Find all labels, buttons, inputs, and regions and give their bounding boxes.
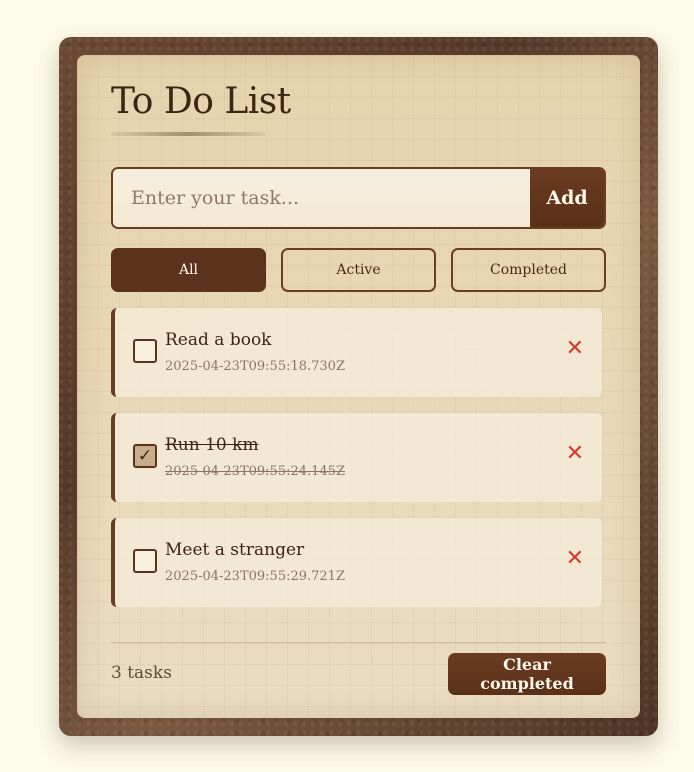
task-checkbox[interactable] [133, 549, 157, 573]
filter-bar: All Active Completed [111, 248, 606, 292]
footer-divider [111, 642, 606, 643]
title-underline [111, 132, 265, 136]
task-item: Read a book 2025-04-23T09:55:18.730Z ✕ [111, 308, 602, 397]
task-text: Meet a stranger [165, 540, 305, 560]
delete-icon[interactable]: ✕ [566, 548, 584, 570]
task-timestamp: 2025-04-23T09:55:18.730Z [165, 359, 345, 374]
task-item: Meet a stranger 2025-04-23T09:55:29.721Z… [111, 518, 602, 607]
delete-icon[interactable]: ✕ [566, 443, 584, 465]
task-count: 3 tasks [111, 663, 172, 683]
task-timestamp: 2025-04-23T09:55:29.721Z [165, 569, 345, 584]
add-button[interactable]: Add [530, 169, 604, 227]
task-text: Read a book [165, 330, 272, 350]
task-item: ✓ Run 10 km 2025-04-23T09:55:24.145Z ✕ [111, 413, 602, 502]
task-text: Run 10 km [165, 435, 259, 455]
delete-icon[interactable]: ✕ [566, 338, 584, 360]
task-checkbox[interactable] [133, 339, 157, 363]
page-title: To Do List [111, 81, 291, 122]
task-timestamp: 2025-04-23T09:55:24.145Z [165, 464, 345, 479]
filter-active-button[interactable]: Active [281, 248, 436, 292]
task-input[interactable] [113, 169, 530, 227]
app-frame: To Do List Add All Active Completed Read… [59, 37, 658, 736]
task-checkbox[interactable]: ✓ [133, 444, 157, 468]
filter-completed-button[interactable]: Completed [451, 248, 606, 292]
clear-completed-button[interactable]: Clear completed [448, 653, 606, 695]
add-task-form: Add [111, 167, 606, 229]
todo-card: To Do List Add All Active Completed Read… [77, 55, 640, 718]
filter-all-button[interactable]: All [111, 248, 266, 292]
